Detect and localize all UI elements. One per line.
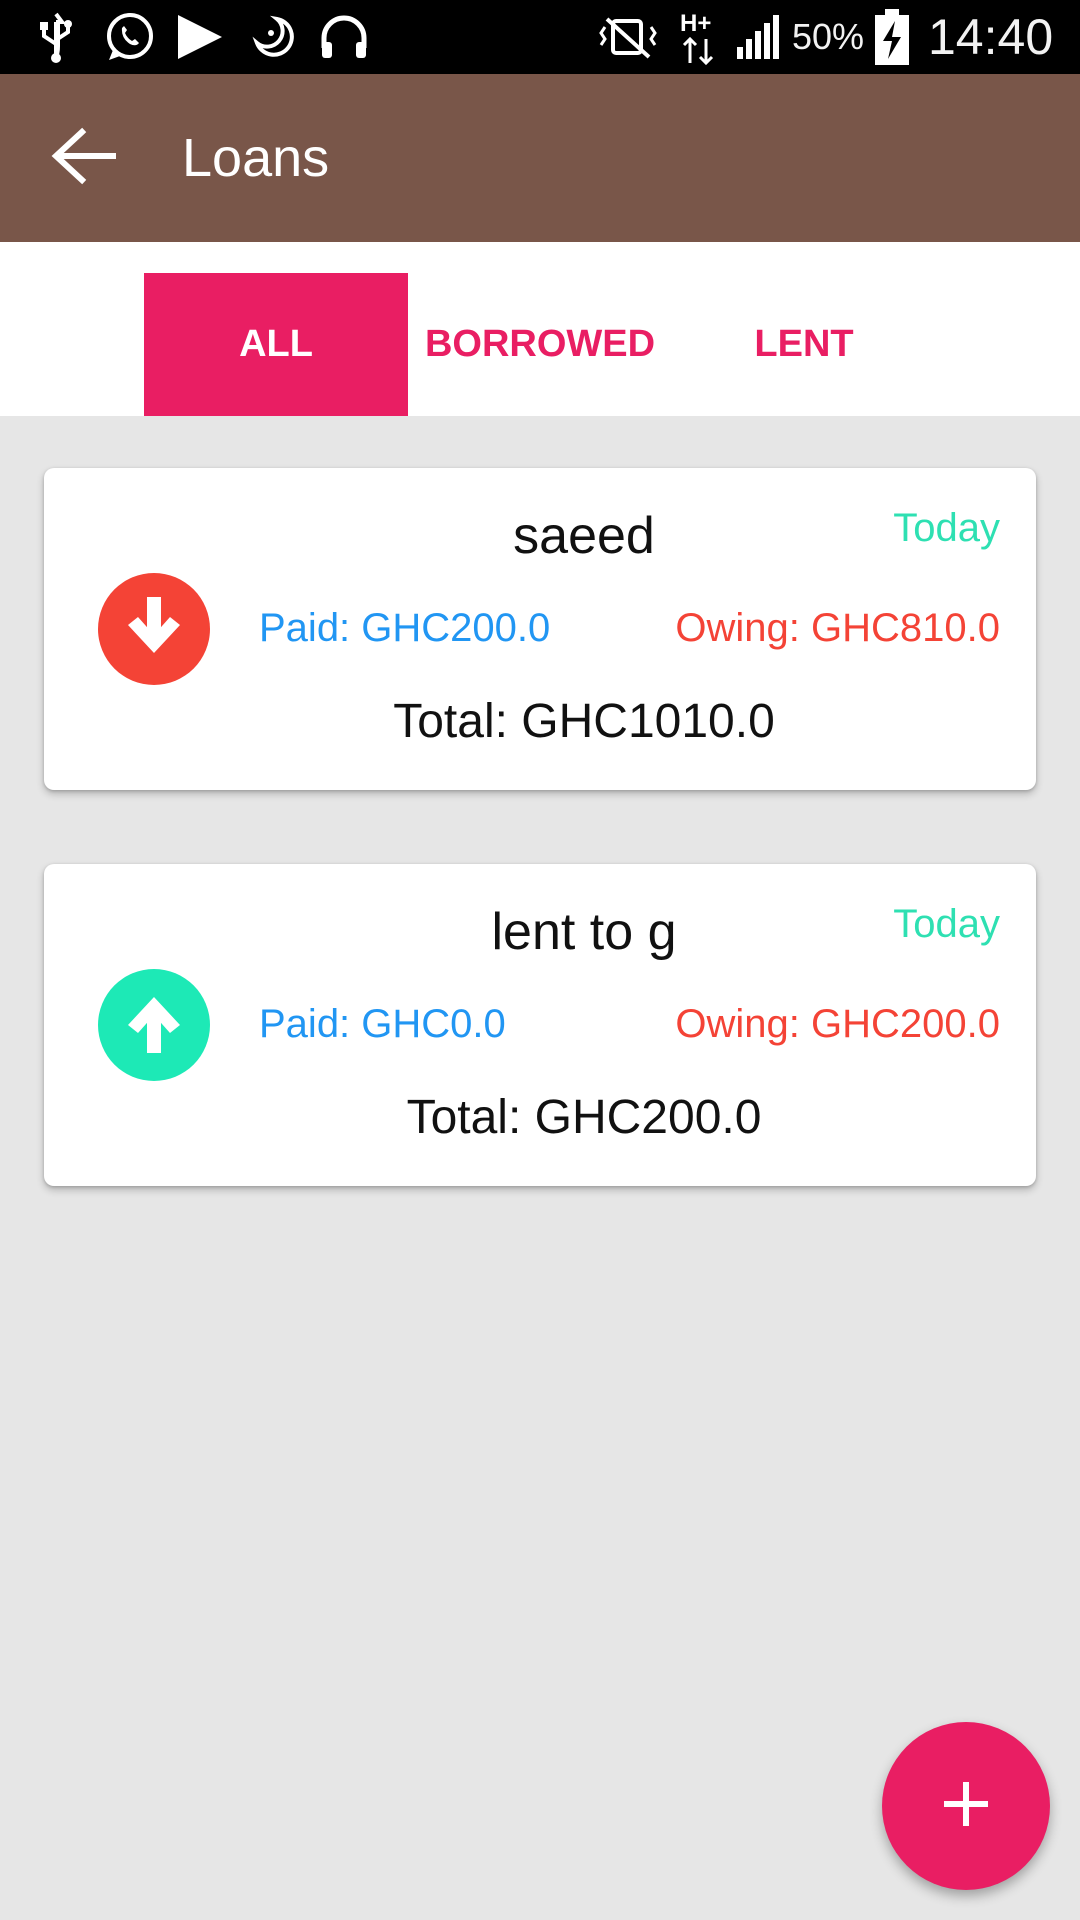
loan-owing: Owing: GHC200.0 <box>675 1002 1000 1046</box>
loan-owing: Owing: GHC810.0 <box>675 606 1000 650</box>
borrowed-indicator <box>98 573 210 685</box>
loan-total: Total: GHC200.0 <box>406 1091 762 1144</box>
vibrate-icon <box>592 0 664 74</box>
moon-icon <box>248 0 298 74</box>
loan-name: saeed <box>513 507 655 565</box>
page-title: Loans <box>182 128 330 188</box>
battery-charging-icon <box>872 0 912 74</box>
loan-total: Total: GHC1010.0 <box>393 695 775 748</box>
tab-strip: ALL BORROWED LENT <box>0 242 1080 416</box>
play-store-icon <box>172 0 228 74</box>
whatsapp-icon <box>100 0 160 74</box>
status-bar: H+ 50% 14:40 <box>0 0 1080 74</box>
loan-name: lent to g <box>491 903 677 961</box>
arrow-back-icon <box>48 126 120 191</box>
network-h-plus-icon: H+ <box>676 0 726 74</box>
usb-icon <box>34 0 78 74</box>
loan-date: Today <box>893 902 1000 946</box>
loan-card[interactable]: saeed Today Paid: GHC200.0 Owing: GHC810… <box>44 468 1036 790</box>
loan-date: Today <box>893 506 1000 550</box>
loan-card[interactable]: lent to g Today Paid: GHC0.0 Owing: GHC2… <box>44 864 1036 1186</box>
loan-paid: Paid: GHC0.0 <box>259 1002 506 1046</box>
tab-all[interactable]: ALL <box>144 273 408 416</box>
lent-indicator <box>98 969 210 1081</box>
arrow-up-icon <box>118 987 190 1064</box>
add-loan-button[interactable] <box>882 1722 1050 1890</box>
headphones-icon <box>316 0 372 74</box>
tab-lent[interactable]: LENT <box>672 273 936 416</box>
status-time: 14:40 <box>928 9 1054 65</box>
loan-paid: Paid: GHC200.0 <box>259 606 551 650</box>
plus-icon <box>942 1780 990 1833</box>
back-button[interactable] <box>34 118 134 198</box>
app-bar: Loans <box>0 74 1080 242</box>
network-type-text: H+ <box>680 10 711 37</box>
arrow-down-icon <box>118 591 190 668</box>
signal-icon <box>732 0 784 74</box>
tab-borrowed[interactable]: BORROWED <box>412 273 668 416</box>
battery-percent: 50% <box>792 16 865 57</box>
